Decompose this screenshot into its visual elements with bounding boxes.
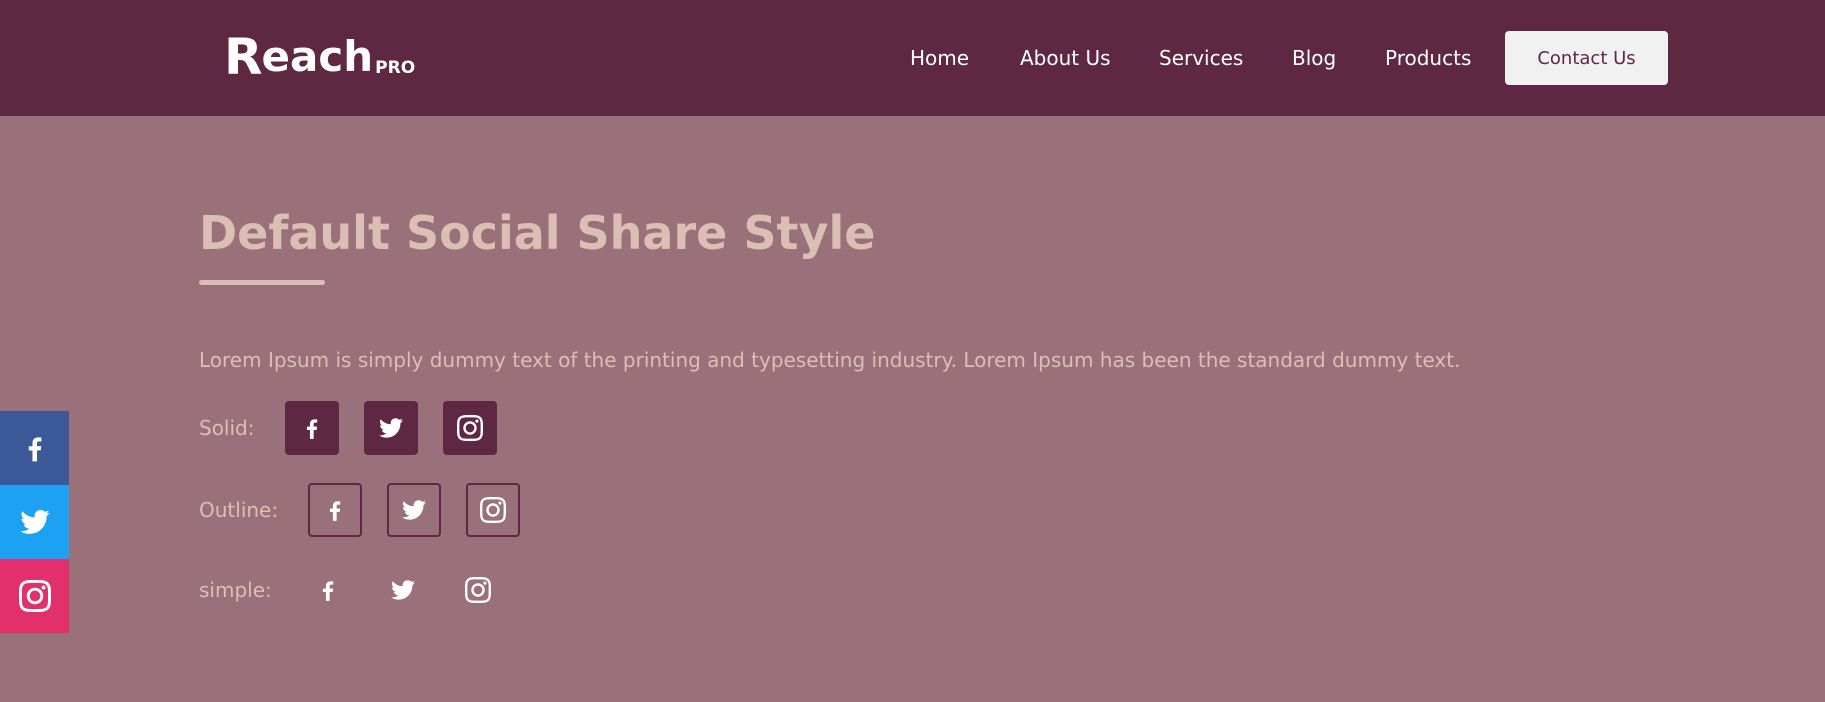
simple-row-label: simple:	[199, 578, 272, 602]
instagram-icon	[465, 577, 491, 603]
twitter-icon	[401, 497, 427, 523]
facebook-icon	[19, 432, 51, 464]
nav-products[interactable]: Products	[1385, 44, 1471, 72]
simple-instagram-button[interactable]	[451, 563, 505, 617]
solid-twitter-button[interactable]	[364, 401, 418, 455]
nav-services[interactable]: Services	[1159, 44, 1243, 72]
facebook-icon	[299, 415, 325, 441]
instagram-icon	[457, 415, 483, 441]
simple-twitter-button[interactable]	[376, 563, 430, 617]
contact-us-button[interactable]: Contact Us	[1505, 31, 1668, 85]
sidebar-facebook-button[interactable]	[0, 411, 69, 485]
sidebar-instagram-button[interactable]	[0, 559, 69, 633]
title-underline	[199, 280, 325, 285]
instagram-icon	[19, 580, 51, 612]
nav-blog[interactable]: Blog	[1292, 44, 1336, 72]
outline-facebook-button[interactable]	[308, 483, 362, 537]
solid-row-label: Solid:	[199, 416, 255, 440]
nav-home[interactable]: Home	[910, 44, 969, 72]
outline-twitter-button[interactable]	[387, 483, 441, 537]
twitter-icon	[390, 577, 416, 603]
simple-facebook-button[interactable]	[301, 563, 355, 617]
page-title: Default Social Share Style	[199, 206, 876, 260]
nav-about-us[interactable]: About Us	[1020, 44, 1111, 72]
twitter-icon	[378, 415, 404, 441]
outline-instagram-button[interactable]	[466, 483, 520, 537]
sidebar-twitter-button[interactable]	[0, 485, 69, 559]
description-text: Lorem Ipsum is simply dummy text of the …	[199, 348, 1461, 372]
facebook-icon	[322, 497, 348, 523]
site-header: R each PRO Home About Us Services Blog P…	[0, 0, 1825, 116]
twitter-icon	[19, 506, 51, 538]
outline-row-label: Outline:	[199, 498, 279, 522]
solid-facebook-button[interactable]	[285, 401, 339, 455]
solid-instagram-button[interactable]	[443, 401, 497, 455]
instagram-icon	[480, 497, 506, 523]
facebook-icon	[315, 577, 341, 603]
